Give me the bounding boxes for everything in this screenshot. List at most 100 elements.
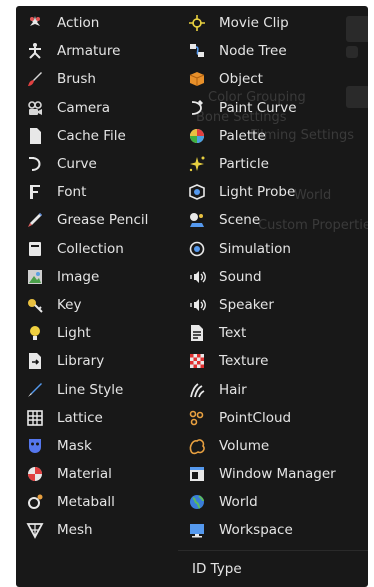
world-icon	[186, 491, 208, 513]
item-label: PointCloud	[219, 409, 292, 426]
right-column: Movie Clip Node Tree Object Paint Curve …	[186, 9, 366, 545]
item-label: Paint Curve	[219, 99, 297, 116]
texture-icon	[186, 350, 208, 372]
action-icon	[24, 12, 46, 34]
menu-item-window-manager[interactable]: Window Manager	[186, 460, 366, 488]
menu-item-node-tree[interactable]: Node Tree	[186, 37, 366, 65]
item-label: Simulation	[219, 240, 291, 257]
image-icon	[24, 266, 46, 288]
item-label: Palette	[219, 127, 266, 144]
lattice-icon	[24, 407, 46, 429]
item-label: Armature	[57, 43, 121, 60]
item-label: Key	[57, 296, 82, 313]
item-label: Curve	[57, 156, 97, 173]
item-label: Scene	[219, 212, 261, 229]
cache-file-icon	[24, 125, 46, 147]
menu-item-library[interactable]: Library	[24, 347, 184, 375]
particle-icon	[186, 153, 208, 175]
menu-item-simulation[interactable]: Simulation	[186, 235, 366, 263]
menu-item-particle[interactable]: Particle	[186, 150, 366, 178]
brush-icon	[24, 68, 46, 90]
key-icon	[24, 294, 46, 316]
menu-item-texture[interactable]: Texture	[186, 347, 366, 375]
palette-icon	[186, 125, 208, 147]
item-label: Collection	[57, 240, 124, 257]
menu-item-curve[interactable]: Curve	[24, 150, 184, 178]
menu-item-scene[interactable]: Scene	[186, 206, 366, 234]
scene-icon	[186, 209, 208, 231]
item-label: Metaball	[57, 494, 115, 511]
mesh-icon	[24, 519, 46, 541]
menu-item-text[interactable]: Text	[186, 319, 366, 347]
item-label: Material	[57, 466, 112, 483]
metaball-icon	[24, 491, 46, 513]
item-label: Text	[219, 325, 247, 342]
menu-item-mesh[interactable]: Mesh	[24, 516, 184, 544]
menu-item-key[interactable]: Key	[24, 291, 184, 319]
menu-item-metaball[interactable]: Metaball	[24, 488, 184, 516]
item-label: Grease Pencil	[57, 212, 149, 229]
hair-icon	[186, 379, 208, 401]
item-label: Line Style	[57, 381, 124, 398]
menu-item-image[interactable]: Image	[24, 263, 184, 291]
menu-item-pointcloud[interactable]: PointCloud	[186, 404, 366, 432]
item-label: Action	[57, 15, 100, 32]
window-manager-icon	[186, 463, 208, 485]
menu-item-action[interactable]: Action	[24, 9, 184, 37]
item-label: Texture	[219, 353, 269, 370]
id-type-menu: Color Grouping Bone Settings Filming Set…	[16, 6, 368, 587]
item-label: Light Probe	[219, 184, 296, 201]
menu-item-armature[interactable]: Armature	[24, 37, 184, 65]
menu-item-camera[interactable]: Camera	[24, 94, 184, 122]
armature-icon	[24, 40, 46, 62]
object-icon	[186, 68, 208, 90]
library-icon	[24, 350, 46, 372]
menu-item-cache-file[interactable]: Cache File	[24, 122, 184, 150]
left-column: Action Armature Brush Camera Cache File …	[24, 9, 184, 545]
menu-item-collection[interactable]: Collection	[24, 235, 184, 263]
item-label: Node Tree	[219, 43, 287, 60]
menu-item-movie-clip[interactable]: Movie Clip	[186, 9, 366, 37]
material-icon	[24, 463, 46, 485]
item-label: Movie Clip	[219, 15, 289, 32]
item-label: Mask	[57, 437, 92, 454]
node-tree-icon	[186, 40, 208, 62]
grease-pencil-icon	[24, 209, 46, 231]
text-icon	[186, 322, 208, 344]
menu-item-mask[interactable]: Mask	[24, 432, 184, 460]
item-label: Object	[219, 71, 263, 88]
menu-item-sound[interactable]: Sound	[186, 263, 366, 291]
speaker-icon	[186, 294, 208, 316]
light-probe-icon	[186, 181, 208, 203]
menu-item-hair[interactable]: Hair	[186, 375, 366, 403]
menu-title: ID Type	[192, 561, 242, 577]
item-label: Camera	[57, 99, 110, 116]
menu-footer: ID Type	[178, 550, 368, 587]
menu-item-lattice[interactable]: Lattice	[24, 404, 184, 432]
menu-item-speaker[interactable]: Speaker	[186, 291, 366, 319]
pointcloud-icon	[186, 407, 208, 429]
item-label: Brush	[57, 71, 96, 88]
menu-item-line-style[interactable]: Line Style	[24, 375, 184, 403]
item-label: Mesh	[57, 522, 93, 539]
menu-item-world[interactable]: World	[186, 488, 366, 516]
camera-icon	[24, 97, 46, 119]
item-label: Speaker	[219, 296, 274, 313]
menu-item-grease-pencil[interactable]: Grease Pencil	[24, 206, 184, 234]
item-label: Particle	[219, 156, 269, 173]
item-label: Hair	[219, 381, 247, 398]
menu-item-volume[interactable]: Volume	[186, 432, 366, 460]
item-label: Cache File	[57, 127, 126, 144]
item-label: Workspace	[219, 522, 293, 539]
menu-item-workspace[interactable]: Workspace	[186, 516, 366, 544]
menu-item-light-probe[interactable]: Light Probe	[186, 178, 366, 206]
menu-item-font[interactable]: Font	[24, 178, 184, 206]
volume-icon	[186, 435, 208, 457]
menu-item-brush[interactable]: Brush	[24, 65, 184, 93]
menu-item-paint-curve[interactable]: Paint Curve	[186, 94, 366, 122]
menu-item-light[interactable]: Light	[24, 319, 184, 347]
menu-item-object[interactable]: Object	[186, 65, 366, 93]
menu-item-palette[interactable]: Palette	[186, 122, 366, 150]
curve-icon	[24, 153, 46, 175]
menu-item-material[interactable]: Material	[24, 460, 184, 488]
